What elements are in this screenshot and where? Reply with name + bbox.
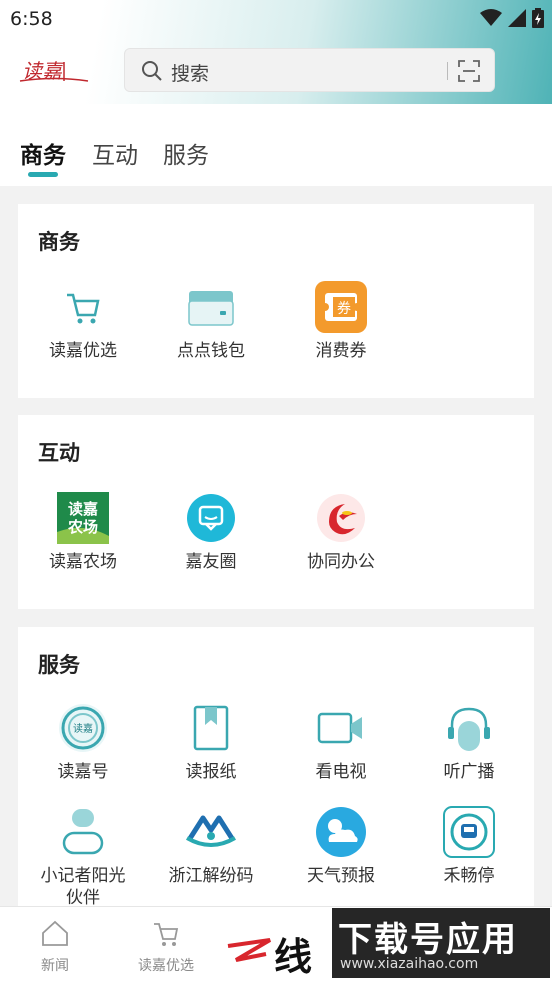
- office-logo-icon: [314, 491, 368, 545]
- coupon-badge: 券: [337, 301, 351, 317]
- reporter-icon: [56, 805, 110, 859]
- watermark-xian-logo: 线: [226, 926, 326, 979]
- interaction-section: 互动 读嘉 农场 读嘉农场 嘉友圈 协同办公: [18, 415, 534, 609]
- wifi-icon: [480, 9, 502, 26]
- signal-icon: [508, 9, 526, 27]
- business-section: 商务 读嘉优选 点点钱包 券 消费券: [18, 204, 534, 398]
- item-label: 嘉友圈: [185, 552, 237, 572]
- parking-icon: [442, 805, 496, 859]
- dujia-emblem-icon: 读嘉: [56, 701, 110, 755]
- weather-icon: [314, 805, 368, 859]
- nav-label: 新闻: [41, 958, 69, 974]
- service-section: 服务 读嘉 读嘉号 读报纸 看电视 听广播 小记者阳光伙伴 浙江解纷码 天气预报…: [18, 627, 534, 917]
- section-title: 互动: [38, 441, 80, 465]
- item-label: 读嘉号: [57, 762, 109, 782]
- item-label: 浙江解纷码: [168, 866, 254, 886]
- nav-news[interactable]: 新闻: [5, 919, 105, 975]
- item-label: 协同办公: [307, 552, 375, 572]
- nav-dujia-youxuan[interactable]: 读嘉优选: [116, 919, 216, 975]
- farm-icon: 读嘉 农场: [56, 491, 110, 545]
- status-bar: 6:58: [0, 0, 552, 38]
- search-bar[interactable]: 搜索: [124, 48, 495, 92]
- status-icons: [480, 8, 544, 28]
- search-divider: [447, 62, 448, 80]
- item-label: 看电视: [315, 762, 367, 782]
- section-title: 服务: [38, 653, 80, 677]
- status-time: 6:58: [10, 8, 53, 30]
- battery-icon: [532, 8, 544, 28]
- tab-service[interactable]: 服务: [163, 136, 209, 170]
- app-logo[interactable]: 读嘉: [18, 54, 90, 86]
- watermark-badge: 下载号应用 www.xiazaihao.com: [332, 908, 550, 978]
- item-label: 禾畅停: [443, 866, 495, 886]
- emblem-badge: 读嘉: [73, 722, 93, 735]
- cart-icon: [154, 923, 179, 946]
- tab-interaction[interactable]: 互动: [92, 136, 138, 170]
- home-icon: [42, 920, 68, 946]
- newspaper-icon: [184, 701, 238, 755]
- item-label: 点点钱包: [177, 341, 245, 361]
- watermark-url: www.xiazaihao.com: [340, 956, 479, 972]
- watermark-xian-text: 线: [274, 935, 313, 979]
- farm-badge-bottom: 农场: [67, 518, 98, 536]
- headphones-icon: [442, 701, 496, 755]
- item-label: 读嘉农场: [49, 552, 117, 572]
- item-label: 天气预报: [307, 866, 375, 886]
- search-icon: [142, 61, 162, 81]
- item-label: 听广播: [443, 762, 495, 782]
- nav-label: 读嘉优选: [138, 958, 194, 974]
- item-label: 读报纸: [185, 762, 237, 782]
- dispute-code-icon: [184, 805, 238, 859]
- farm-badge-top: 读嘉: [68, 500, 98, 518]
- video-camera-icon: [314, 701, 368, 755]
- search-placeholder: 搜索: [171, 63, 210, 85]
- item-label: 读嘉优选: [49, 341, 117, 361]
- item-label: 消费券: [315, 341, 367, 361]
- item-label: 小记者阳光伙伴: [40, 866, 126, 908]
- top-header: 6:58 读嘉 搜索: [0, 0, 552, 104]
- coupon-icon: 券: [314, 280, 368, 334]
- category-tabs: [0, 104, 552, 186]
- wallet-icon: [184, 280, 238, 334]
- scan-icon[interactable]: [457, 59, 481, 83]
- cart-icon: [56, 280, 110, 334]
- section-title: 商务: [38, 230, 80, 254]
- tab-indicator: [28, 172, 58, 177]
- watermark-title: 下载号应用: [338, 920, 518, 960]
- tab-business[interactable]: 商务: [20, 136, 66, 170]
- chat-bubble-icon: [184, 491, 238, 545]
